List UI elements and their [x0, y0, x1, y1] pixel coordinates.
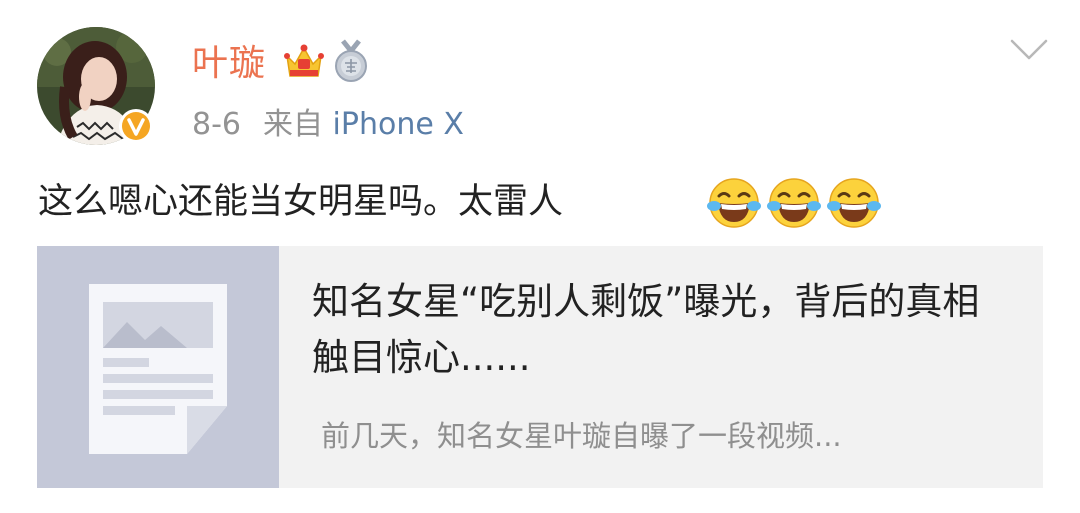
card-title: 知名女星“吃别人剩饭”曝光，背后的真相触目惊心...... [312, 280, 980, 379]
crown-icon [283, 42, 325, 82]
source-device-link[interactable]: iPhone X [333, 107, 464, 142]
card-summary: 前几天，知名女星叶璇自曝了一段视频... [321, 419, 842, 453]
chevron-down-icon[interactable] [1008, 36, 1050, 64]
article-thumbnail [37, 246, 279, 488]
laugh-cry-emoji-icon [767, 176, 821, 230]
verified-badge-icon [118, 108, 154, 144]
emoji-row [707, 176, 881, 230]
post-text: 这么嗯心还能当女明星吗。太雷人 [38, 182, 564, 222]
laugh-cry-emoji-icon [707, 176, 761, 230]
username[interactable]: 叶璇 [192, 40, 266, 88]
post-meta: 8-6 来自 iPhone X [192, 103, 464, 147]
medal-icon [331, 39, 371, 83]
weibo-post: 叶璇 8-6 来自 iPhone X 这么嗯心还能当女明星吗。太雷人 知名女星“… [0, 0, 1080, 513]
link-card[interactable]: 知名女星“吃别人剩饭”曝光，背后的真相触目惊心...... 前几天，知名女星叶璇… [37, 246, 1043, 488]
source-prefix: 来自 [263, 107, 323, 142]
laugh-cry-emoji-icon [827, 176, 881, 230]
post-date: 8-6 [192, 107, 241, 142]
document-placeholder-icon [37, 246, 279, 488]
